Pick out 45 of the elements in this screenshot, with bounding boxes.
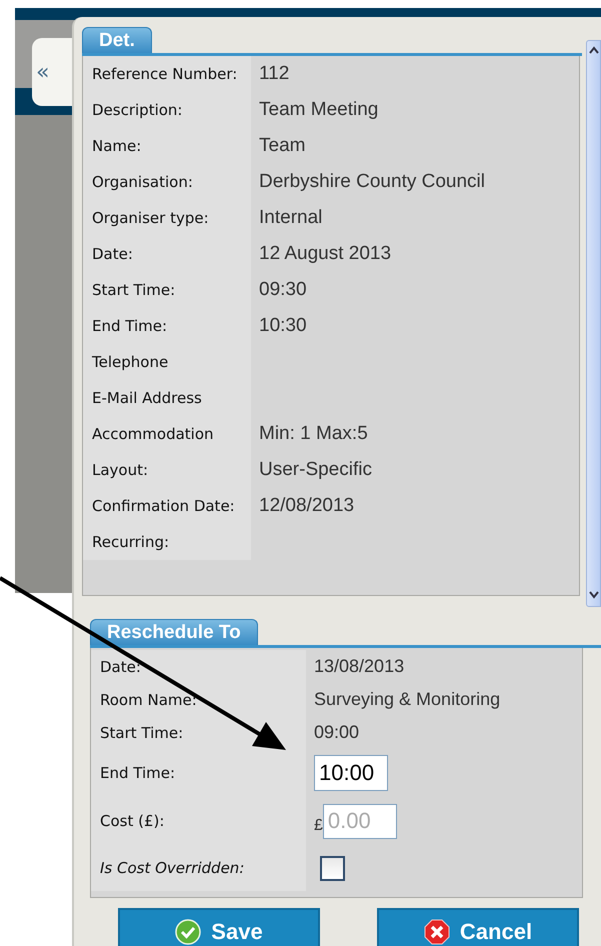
field-label: Date:	[92, 244, 133, 265]
field-label: Cost (£):	[100, 812, 164, 830]
tab[interactable]: Det.	[82, 27, 152, 53]
field-label: Start Time:	[92, 280, 176, 301]
check-icon	[175, 918, 202, 944]
field-value: Surveying & Monitoring	[314, 689, 500, 710]
save-button[interactable]: Save	[118, 908, 320, 946]
field-value: 09:30	[259, 278, 307, 302]
field-value: User-Specific	[259, 458, 372, 482]
field-value: Team	[259, 134, 306, 158]
field-label: Is Cost Overridden:	[100, 859, 244, 877]
field-label: Room Name:	[100, 690, 197, 708]
field-label: Reference Number:	[92, 64, 238, 85]
field-value: 10:30	[259, 314, 307, 338]
checkbox[interactable]	[320, 856, 345, 880]
field-label: Organisation:	[92, 172, 193, 193]
field-label: Name:	[92, 136, 142, 157]
cancel-button[interactable]: Cancel	[377, 908, 579, 946]
field-label: Telephone	[92, 352, 168, 373]
tab[interactable]: Reschedule To	[90, 619, 258, 645]
field-label: End Time:	[100, 764, 176, 782]
field-value: Derbyshire County Council	[259, 170, 485, 194]
cross-icon	[424, 918, 450, 944]
field-label: Date:	[100, 658, 141, 676]
field-label: Start Time:	[100, 724, 184, 742]
currency-symbol: £	[314, 817, 323, 835]
field-label: Organiser type:	[92, 208, 209, 229]
field-label: End Time:	[92, 316, 168, 337]
field-label: Recurring:	[92, 532, 170, 553]
field-value: 112	[259, 62, 290, 86]
input-field[interactable]: 10:00	[314, 755, 388, 791]
field-value: 12/08/2013	[259, 494, 354, 518]
field-label: Description:	[92, 100, 182, 121]
field-value: Min: 1 Max:5	[259, 422, 368, 446]
field-label: Confirmation Date:	[92, 496, 235, 517]
field-value: Internal	[259, 206, 322, 230]
field-value: 09:00	[314, 722, 360, 743]
input-field[interactable]: 0.00	[322, 804, 397, 838]
scrollbar[interactable]	[586, 40, 601, 607]
field-label: Accommodation	[92, 424, 214, 445]
field-value: Team Meeting	[259, 98, 378, 122]
field-label: Layout:	[92, 460, 148, 481]
field-label: E-Mail Address	[92, 388, 202, 409]
field-value: 12 August 2013	[259, 242, 392, 266]
field-value: 13/08/2013	[314, 656, 404, 677]
